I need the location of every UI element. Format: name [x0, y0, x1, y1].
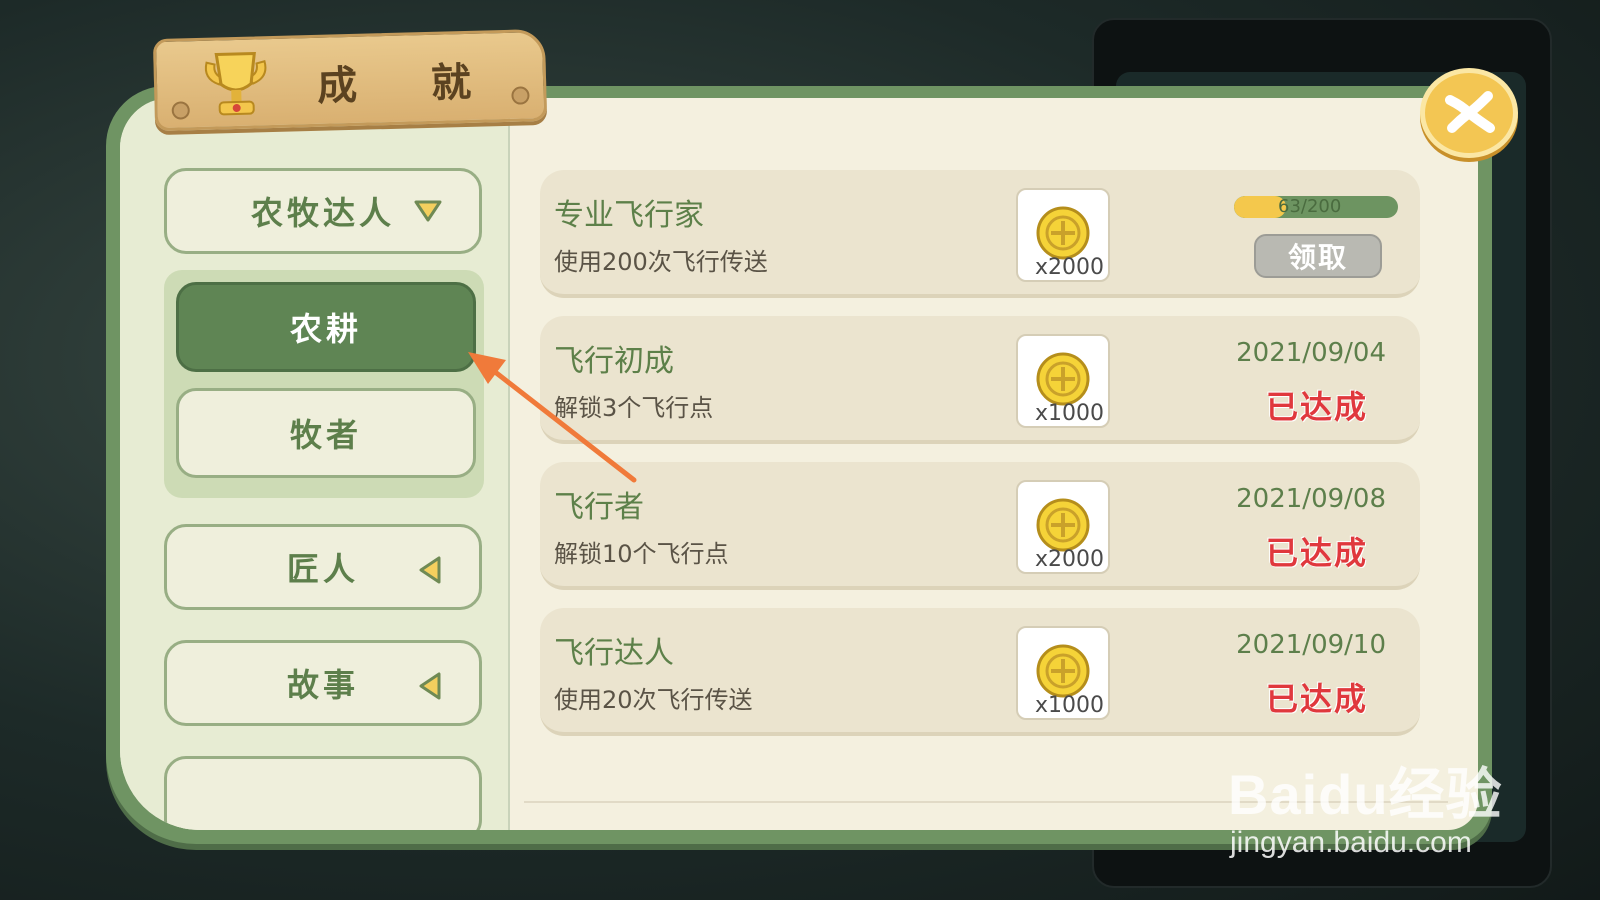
reward-box: x2000	[1016, 480, 1110, 574]
achievement-row: 飞行初成 解锁3个飞行点 x1000 2021/09/04 已达成	[540, 316, 1420, 444]
close-button[interactable]	[1420, 68, 1518, 158]
subcategory-herder[interactable]: 牧者	[176, 388, 476, 478]
achievement-row: 飞行达人 使用20次飞行传送 x1000 2021/09/10 已达成	[540, 608, 1420, 736]
achievement-desc: 解锁10个飞行点	[554, 540, 729, 568]
triangle-left-icon	[419, 556, 441, 584]
status-completed: 已达成	[1265, 388, 1368, 426]
reward-box: x1000	[1016, 626, 1110, 720]
coin-icon	[1036, 206, 1090, 260]
achievement-row: 专业飞行家 使用200次飞行传送 x2000 63/200 领取	[540, 170, 1420, 298]
achievement-panel: 农牧达人 农耕 牧者 匠人 故事 专业飞行家 使用200次飞行传送 x2000 …	[106, 86, 1492, 844]
reward-box: x2000	[1016, 188, 1110, 282]
achievement-desc: 解锁3个飞行点	[554, 394, 714, 422]
progress-bar: 63/200	[1234, 196, 1398, 218]
coin-icon	[1036, 644, 1090, 698]
achievement-row: 飞行者 解锁10个飞行点 x2000 2021/09/08 已达成	[540, 462, 1420, 590]
category-story[interactable]: 故事	[164, 640, 482, 726]
category-partial-hidden[interactable]	[164, 756, 482, 830]
coin-icon	[1036, 498, 1090, 552]
claim-button[interactable]: 领取	[1254, 234, 1382, 278]
completion-date: 2021/09/10	[1236, 630, 1386, 660]
coin-icon	[1036, 352, 1090, 406]
achievement-title: 飞行初成	[554, 344, 674, 379]
reward-box: x1000	[1016, 334, 1110, 428]
completion-date: 2021/09/04	[1236, 338, 1386, 368]
close-icon	[1445, 91, 1495, 133]
completion-date: 2021/09/08	[1236, 484, 1386, 514]
reward-quantity: x2000	[1034, 255, 1104, 280]
achievement-title: 专业飞行家	[554, 198, 704, 233]
page-title: 成 就	[316, 59, 502, 110]
progress-text: 63/200	[1278, 196, 1342, 217]
status-completed: 已达成	[1265, 680, 1368, 718]
category-craftsman[interactable]: 匠人	[164, 524, 482, 610]
title-sign: 成 就	[152, 28, 548, 132]
reward-quantity: x1000	[1034, 401, 1104, 426]
category-farming-master[interactable]: 农牧达人	[164, 168, 482, 254]
achievement-desc: 使用20次飞行传送	[554, 686, 753, 714]
watermark-logo: Baidu经验	[1228, 763, 1503, 826]
subcategory-farming[interactable]: 农耕	[176, 282, 476, 372]
triangle-down-icon	[414, 200, 442, 222]
triangle-left-icon	[419, 672, 441, 700]
achievement-title: 飞行者	[554, 490, 644, 525]
achievement-list: 专业飞行家 使用200次飞行传送 x2000 63/200 领取 飞行初成 解锁…	[510, 98, 1478, 830]
status-completed: 已达成	[1265, 534, 1368, 572]
reward-quantity: x1000	[1034, 693, 1104, 718]
reward-quantity: x2000	[1034, 547, 1104, 572]
trophy-icon	[204, 51, 267, 116]
category-sidebar: 农牧达人 农耕 牧者 匠人 故事	[120, 98, 510, 830]
achievement-title: 飞行达人	[554, 636, 674, 671]
watermark-url: jingyan.baidu.com	[1230, 826, 1472, 859]
achievement-desc: 使用200次飞行传送	[554, 248, 768, 276]
